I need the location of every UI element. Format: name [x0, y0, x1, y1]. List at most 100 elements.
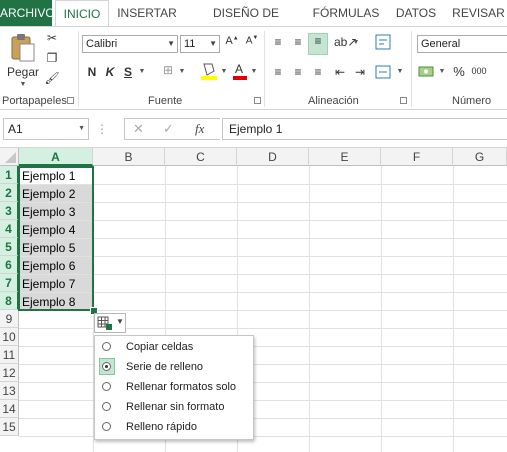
font-size-combo[interactable]: 11 ▼ [180, 35, 220, 53]
row-header[interactable]: 12 [0, 364, 19, 382]
tab-insertar[interactable]: INSERTAR [114, 0, 180, 26]
gridline [453, 166, 454, 452]
align-bottom-icon[interactable]: ≡ [308, 33, 328, 55]
insert-function-icon[interactable]: fx [195, 121, 204, 137]
gridline [19, 364, 507, 365]
align-top-icon[interactable]: ≡ [270, 35, 286, 49]
autofill-options-button[interactable]: ▼ [94, 313, 126, 333]
row-header[interactable]: 11 [0, 346, 19, 364]
font-name-combo[interactable]: Calibri ▼ [82, 35, 178, 53]
row-header[interactable]: 2 [0, 184, 19, 202]
align-middle-icon[interactable]: ≡ [290, 35, 306, 49]
percent-style-button[interactable]: % [452, 64, 466, 79]
gridline [19, 418, 507, 419]
shrink-font-icon[interactable]: A▼ [244, 35, 260, 46]
orientation-icon[interactable]: ab↗ [334, 35, 357, 49]
grow-font-icon[interactable]: A▲ [224, 35, 240, 47]
name-box[interactable]: A1 ▼ [3, 118, 89, 140]
fill-color-icon[interactable] [200, 61, 218, 84]
chevron-down-icon: ▼ [209, 39, 217, 48]
number-format-combo[interactable]: General [417, 35, 507, 53]
alignment-launcher-icon[interactable] [400, 97, 407, 104]
column-header[interactable]: F [381, 148, 453, 166]
column-header[interactable]: D [237, 148, 309, 166]
decrease-indent-icon[interactable]: ⇤ [332, 65, 348, 79]
italic-button[interactable]: K [104, 65, 116, 79]
enter-icon[interactable]: ✓ [163, 121, 174, 137]
accounting-dropdown-icon[interactable]: ▼ [438, 68, 446, 75]
row-header[interactable]: 7 [0, 274, 19, 292]
chevron-down-icon: ▼ [167, 39, 175, 48]
clipboard-launcher-icon[interactable] [67, 97, 74, 104]
accounting-format-icon[interactable] [418, 63, 436, 84]
tab-inicio[interactable]: INICIO [55, 0, 109, 26]
borders-icon[interactable]: ⊞ [160, 63, 176, 77]
tab-datos[interactable]: DATOS [390, 0, 442, 26]
menu-item-rellenar-formatos-solo[interactable]: Rellenar formatos solo [96, 377, 252, 397]
radio-icon [102, 422, 111, 431]
font-color-dropdown-icon[interactable]: ▼ [250, 68, 258, 75]
font-color-icon[interactable]: A [232, 61, 248, 84]
column-header[interactable]: E [309, 148, 381, 166]
column-header[interactable]: C [165, 148, 237, 166]
bold-button[interactable]: N [86, 65, 98, 79]
copy-icon[interactable]: ❐ [44, 51, 60, 65]
wrap-text-icon[interactable] [374, 33, 392, 54]
row-header[interactable]: 13 [0, 382, 19, 400]
underline-dropdown-icon[interactable]: ▼ [138, 68, 146, 75]
formula-buttons: ✕ ✓ fx [124, 118, 220, 140]
row-header[interactable]: 14 [0, 400, 19, 418]
tab-revisar[interactable]: REVISAR [450, 0, 507, 26]
comma-style-button[interactable]: 000 [470, 66, 488, 76]
fill-color-dropdown-icon[interactable]: ▼ [220, 68, 228, 75]
underline-button[interactable]: S [122, 65, 134, 79]
gridline [19, 382, 507, 383]
formula-bar: A1 ▼ ⋮ ✕ ✓ fx Ejemplo 1 [0, 110, 507, 148]
row-header[interactable]: 3 [0, 202, 19, 220]
more-options-icon[interactable]: ⋮ [96, 122, 108, 136]
align-left-icon[interactable]: ≡ [270, 65, 286, 79]
paste-label[interactable]: Pegar [6, 65, 40, 79]
row-header[interactable]: 1 [0, 166, 19, 184]
row-header[interactable]: 10 [0, 328, 19, 346]
merge-dropdown-icon[interactable]: ▼ [396, 68, 404, 75]
tab-archivo[interactable]: ARCHIVO [0, 0, 55, 26]
radio-selected-icon [102, 362, 111, 371]
row-header[interactable]: 9 [0, 310, 19, 328]
cancel-icon[interactable]: ✕ [133, 121, 144, 137]
paste-dropdown-icon[interactable]: ▼ [18, 81, 28, 88]
increase-indent-icon[interactable]: ⇥ [352, 65, 368, 79]
row-header[interactable]: 8 [0, 292, 19, 310]
menu-item-serie-de-relleno[interactable]: Serie de relleno [96, 357, 252, 377]
autofill-options-menu: Copiar celdas Serie de relleno Rellenar … [94, 335, 254, 440]
row-header[interactable]: 15 [0, 418, 19, 436]
column-header[interactable]: B [93, 148, 165, 166]
column-header[interactable]: G [453, 148, 507, 166]
menu-item-relleno-rapido[interactable]: Relleno rápido [96, 417, 252, 437]
tab-formulas[interactable]: FÓRMULAS [310, 0, 382, 26]
gridline [309, 166, 310, 452]
ribbon: Pegar ▼ ✂ ❐ 🖌 Portapapeles Calibri ▼ 11 … [0, 26, 507, 110]
align-right-icon[interactable]: ≡ [310, 65, 326, 79]
font-launcher-icon[interactable] [254, 97, 261, 104]
tab-diseno-de-pagina[interactable]: DISEÑO DE PÁGINA [190, 0, 302, 46]
row-header[interactable]: 6 [0, 256, 19, 274]
chevron-down-icon: ▼ [78, 125, 85, 132]
column-header[interactable]: A [19, 148, 93, 166]
font-size-value: 11 [184, 38, 196, 50]
menu-item-copiar-celdas[interactable]: Copiar celdas [96, 337, 252, 357]
merge-center-icon[interactable] [374, 63, 392, 84]
paste-icon[interactable] [8, 33, 38, 63]
borders-dropdown-icon[interactable]: ▼ [178, 68, 186, 75]
row-header[interactable]: 5 [0, 238, 19, 256]
row-header[interactable]: 4 [0, 220, 19, 238]
format-painter-icon[interactable]: 🖌 [44, 71, 60, 85]
align-center-icon[interactable]: ≡ [290, 65, 306, 79]
formula-input[interactable]: Ejemplo 1 [222, 118, 507, 140]
select-all-corner[interactable] [0, 148, 19, 166]
group-divider [411, 31, 412, 107]
orientation-dropdown-icon[interactable]: ▼ [352, 39, 360, 46]
menu-item-label: Serie de relleno [126, 361, 204, 373]
cut-icon[interactable]: ✂ [44, 31, 60, 45]
menu-item-rellenar-sin-formato[interactable]: Rellenar sin formato [96, 397, 252, 417]
